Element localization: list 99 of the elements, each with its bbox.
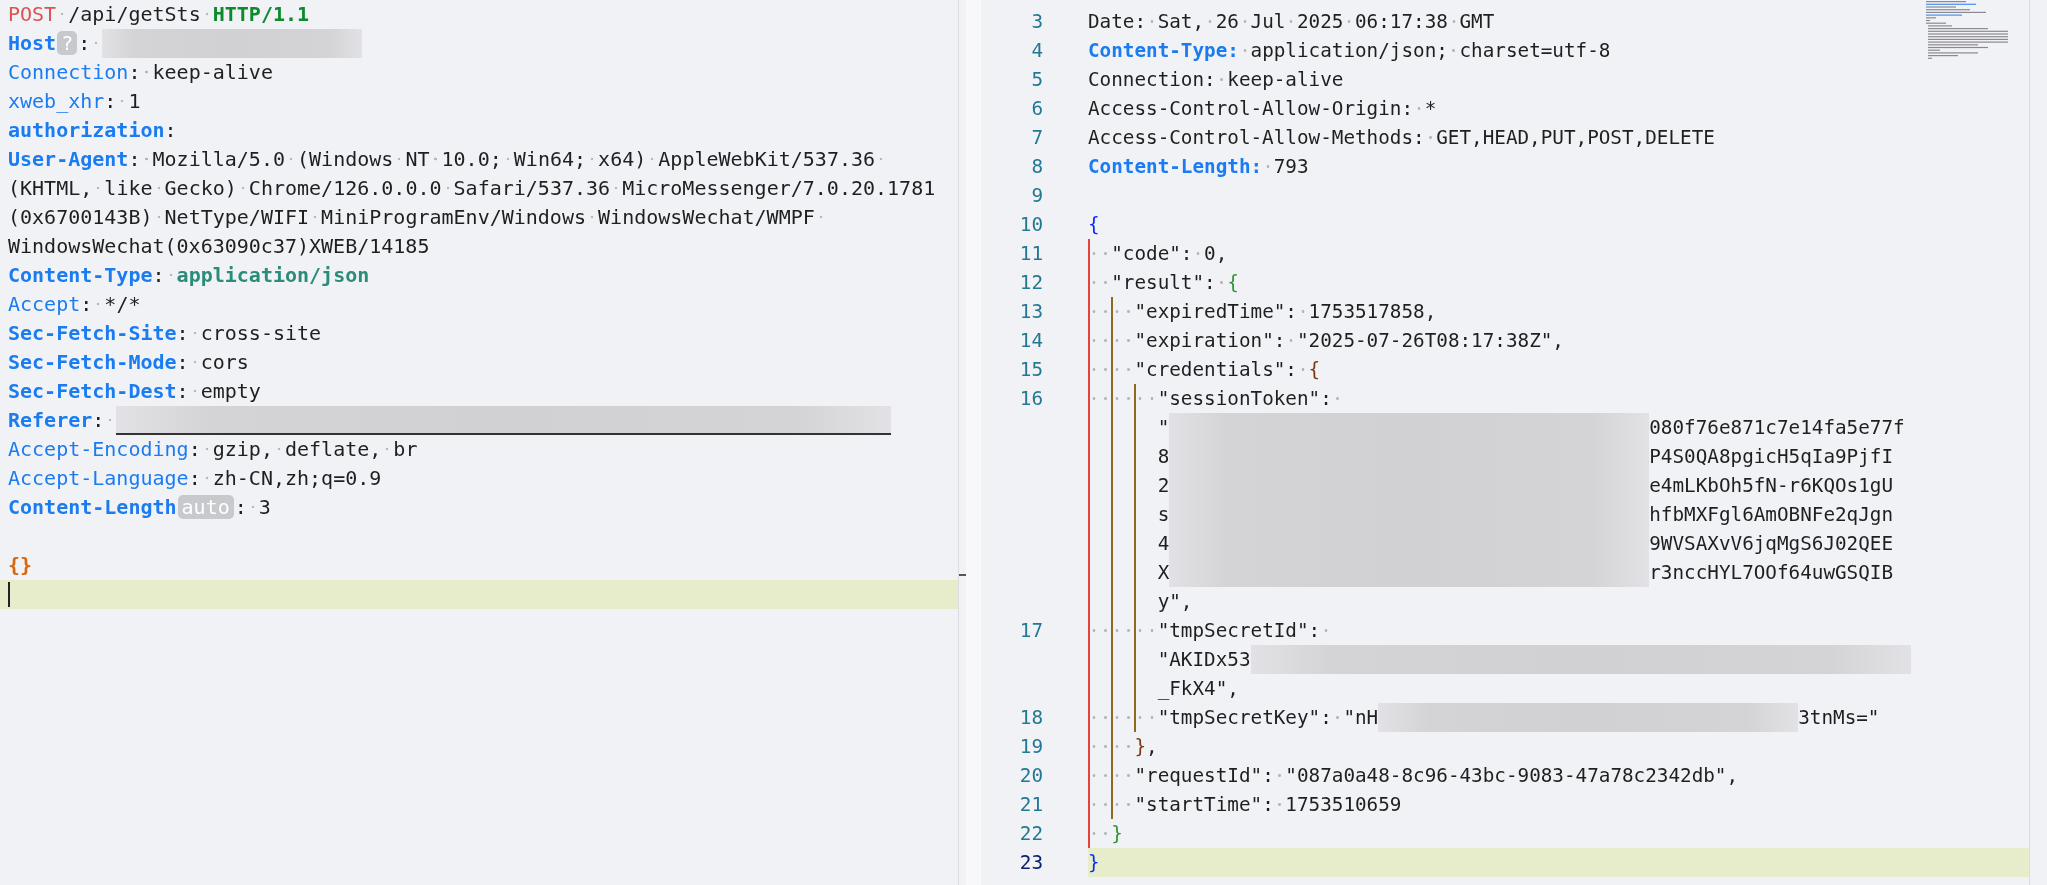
code-text: hfbMXFgl6AmOBNFe2qJgn xyxy=(1649,503,1894,526)
line-number: 8 xyxy=(1030,154,1043,180)
brace: {} xyxy=(8,553,33,577)
code-text: y", xyxy=(1157,590,1193,613)
code-text: r3nccHYL7OOf64uwGSQIB xyxy=(1649,561,1894,584)
header-name: Sec-Fetch-Site xyxy=(8,321,177,345)
scrollbar-marker xyxy=(959,574,966,576)
line-number: 14 xyxy=(1018,328,1043,354)
header-value: application/json xyxy=(176,263,370,287)
line-number: 16 xyxy=(1018,386,1043,412)
header-name: xweb_xhr xyxy=(8,89,105,113)
code-text: Access-Control-Allow-Methods: GET,HEAD,PUT,POST,DELETE xyxy=(1088,126,1715,149)
code-text: /api/getSts xyxy=(68,2,213,26)
line-number: 20 xyxy=(1018,763,1043,789)
code-text: : zh-CN,zh;q=0.9 xyxy=(188,466,382,490)
line-number: 12 xyxy=(1018,270,1043,296)
code-text: "AKIDx53 xyxy=(1157,648,1251,671)
code-text: : empty xyxy=(176,379,261,403)
header-name: Host xyxy=(8,31,57,55)
header-name: Accept-Encoding xyxy=(8,437,189,461)
text-cursor xyxy=(8,582,10,607)
code-text: P4S0QA8pgicH5qIa9PjfI xyxy=(1649,445,1894,468)
code-text: : gzip, deflate, br xyxy=(188,437,418,461)
code-text: "code": 0, xyxy=(1111,242,1228,265)
code-text: 3tnMs=" xyxy=(1798,706,1880,729)
line-number: 5 xyxy=(1030,67,1043,93)
code-text: : Mozilla/5.0 (Windows NT 10.0; Win64; x64) AppleWebKit/537.36 xyxy=(128,147,888,171)
header-name: Referer xyxy=(8,408,93,432)
header-name: Content-Type: xyxy=(1088,39,1239,62)
code-text: (0x6700143B) NetType/WIFI MiniProgramEnv/Windows WindowsWechat/WMPF xyxy=(8,205,827,229)
line-number: 23 xyxy=(1018,850,1043,876)
code-text: 080f76e871c7e14fa5e77f xyxy=(1649,416,1905,439)
header-name: Connection xyxy=(8,60,129,84)
code-text: Access-Control-Allow-Origin: * xyxy=(1088,97,1437,120)
code-text: Date: Sat, 26 Jul 2025 06:17:38 GMT xyxy=(1088,10,1495,33)
code-text: : cors xyxy=(176,350,249,374)
code-text: "credentials": xyxy=(1134,358,1309,381)
code-text: 2 xyxy=(1157,474,1170,497)
brace: { xyxy=(1088,213,1100,236)
http-method: POST xyxy=(8,2,57,26)
code-text: "startTime": 1753510659 xyxy=(1134,793,1402,816)
line-number: 6 xyxy=(1030,96,1043,122)
header-name: authorization xyxy=(8,118,165,142)
code-text: : keep-alive xyxy=(128,60,273,84)
line-number: 15 xyxy=(1018,357,1043,383)
line-number: 17 xyxy=(1018,618,1043,644)
header-name: Sec-Fetch-Dest xyxy=(8,379,177,403)
line-number: 18 xyxy=(1018,705,1043,731)
line-number: 19 xyxy=(1018,734,1043,760)
brace: } xyxy=(1111,822,1123,845)
code-text: : */* xyxy=(80,292,141,316)
code-text: WindowsWechat(0x63090c37)XWEB/14185 xyxy=(8,234,430,258)
code-text: 9WVSAXvV6jqMgS6J02QEE xyxy=(1649,532,1894,555)
header-name: User-Agent xyxy=(8,147,129,171)
code-text: e4mLKbOh5fN-r6KQOs1gU xyxy=(1649,474,1894,497)
code-text: 8 xyxy=(1157,445,1170,468)
line-number: 3 xyxy=(1030,9,1043,35)
code-text: 793 xyxy=(1273,155,1309,178)
code-text: "requestId": "087a0a48-8c96-43bc-9083-47a78c2342db", xyxy=(1134,764,1739,787)
line-number: 9 xyxy=(1030,183,1043,209)
code-text: "expiredTime": 1753517858, xyxy=(1134,300,1437,323)
code-text: s xyxy=(1157,503,1170,526)
code-text: " xyxy=(1157,416,1170,439)
code-text: 4 xyxy=(1157,532,1170,555)
brace: } xyxy=(1088,851,1100,874)
brace: { xyxy=(1227,271,1239,294)
code-text: "tmpSecretId": xyxy=(1157,619,1332,642)
header-name: Content-Length: xyxy=(1088,155,1263,178)
code-text: : 3 xyxy=(234,495,271,519)
header-name: Accept-Language xyxy=(8,466,189,490)
code-text: _FkX4", xyxy=(1157,677,1239,700)
header-name: Content-Type xyxy=(8,263,153,287)
code-text: "expiration": "2025-07-26T08:17:38Z", xyxy=(1134,329,1564,352)
hint-tag: ? xyxy=(57,31,78,55)
code-text: "tmpSecretKey": "nH xyxy=(1157,706,1379,729)
brace: { xyxy=(1308,358,1321,381)
code-text: "sessionToken": xyxy=(1157,387,1344,410)
pane-splitter[interactable] xyxy=(966,0,981,885)
brace: } xyxy=(1134,735,1147,758)
code-text: : 1 xyxy=(104,89,141,113)
line-number: 7 xyxy=(1030,125,1043,151)
code-text: : cross-site xyxy=(176,321,322,345)
line-number: 13 xyxy=(1018,299,1043,325)
line-number: 4 xyxy=(1030,38,1043,64)
code-text: Connection: keep-alive xyxy=(1088,68,1344,91)
line-number: 22 xyxy=(1018,821,1043,847)
code-text: (KHTML, like Gecko) Chrome/126.0.0.0 Safari/537.36 MicroMessenger/7.0.20.1781 xyxy=(8,176,936,200)
code-text: , xyxy=(1146,735,1158,758)
header-name: Accept xyxy=(8,292,81,316)
code-text: : xyxy=(164,118,177,142)
line-number: 11 xyxy=(1018,241,1043,267)
header-name: Content-Length xyxy=(8,495,177,519)
code-text: "result": xyxy=(1111,271,1228,294)
code-text: application/json; charset=utf-8 xyxy=(1250,39,1611,62)
http-version: HTTP/1.1 xyxy=(212,2,310,26)
code-text: X xyxy=(1157,561,1170,584)
header-name: Sec-Fetch-Mode xyxy=(8,350,177,374)
line-number: 21 xyxy=(1018,792,1043,818)
line-number: 10 xyxy=(1018,212,1043,238)
